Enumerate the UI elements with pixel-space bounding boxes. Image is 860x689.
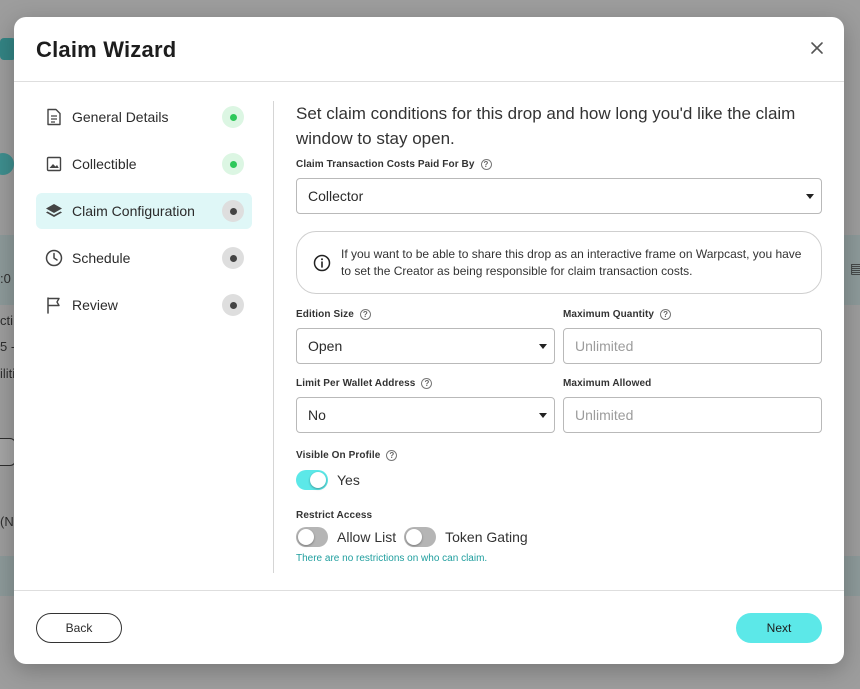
close-button[interactable] <box>808 39 826 57</box>
info-text: If you want to be able to share this dro… <box>341 246 802 278</box>
step-label: Review <box>72 297 118 313</box>
next-button[interactable]: Next <box>736 613 822 643</box>
claim-wizard-modal: Claim Wizard General Details Collectible <box>14 17 844 664</box>
flag-icon <box>45 296 63 314</box>
warpcast-info-box: If you want to be able to share this dro… <box>296 231 822 294</box>
close-icon <box>811 42 823 54</box>
step-general-details[interactable]: General Details <box>36 99 252 135</box>
max-quantity-label: Maximum Quantity ? <box>563 309 822 320</box>
step-schedule[interactable]: Schedule <box>36 240 252 276</box>
step-label: Claim Configuration <box>72 203 195 219</box>
limit-per-wallet-select[interactable]: No <box>296 397 555 433</box>
step-label: Collectible <box>72 156 137 172</box>
step-status-pending <box>222 294 244 316</box>
caret-down-icon <box>539 413 547 418</box>
claim-configuration-form: Set claim conditions for this drop and h… <box>296 101 822 564</box>
token-gating-toggle[interactable] <box>404 527 437 547</box>
allow-list-label: Allow List <box>337 529 397 545</box>
step-claim-configuration[interactable]: Claim Configuration <box>36 193 252 229</box>
visible-on-profile-value: Yes <box>337 472 360 488</box>
max-allowed-input[interactable] <box>563 397 822 433</box>
back-button[interactable]: Back <box>36 613 122 643</box>
wizard-steps: General Details Collectible Claim Config… <box>36 99 252 334</box>
modal-header: Claim Wizard <box>14 17 844 82</box>
allow-list-toggle[interactable] <box>296 527 328 547</box>
step-status-done <box>222 106 244 128</box>
caret-down-icon <box>806 194 814 199</box>
step-collectible[interactable]: Collectible <box>36 146 252 182</box>
help-icon[interactable]: ? <box>386 450 398 461</box>
document-icon <box>45 108 63 126</box>
caret-down-icon <box>539 344 547 349</box>
transaction-costs-label: Claim Transaction Costs Paid For By ? <box>296 159 822 170</box>
limit-per-wallet-label: Limit Per Wallet Address ? <box>296 378 555 389</box>
step-review[interactable]: Review <box>36 287 252 323</box>
restriction-helper-text: There are no restrictions on who can cla… <box>296 553 488 564</box>
limit-per-wallet-group: Limit Per Wallet Address ? No <box>296 378 555 433</box>
help-icon[interactable]: ? <box>359 309 371 320</box>
max-allowed-group: Maximum Allowed <box>563 378 822 433</box>
modal-footer: Back Next <box>14 590 844 664</box>
step-status-pending <box>222 247 244 269</box>
sidebar-divider <box>273 101 274 573</box>
token-gating-label: Token Gating <box>445 529 528 545</box>
step-status-pending <box>222 200 244 222</box>
max-allowed-label: Maximum Allowed <box>563 378 652 389</box>
restrict-access-row: Allow List Token Gating <box>296 527 822 547</box>
step-status-done <box>222 153 244 175</box>
max-quantity-group: Maximum Quantity ? <box>563 309 822 364</box>
edition-size-select[interactable]: Open <box>296 328 555 364</box>
info-icon <box>313 254 331 271</box>
restrict-access-label: Restrict Access <box>296 510 373 521</box>
visible-on-profile-row: Yes <box>296 470 822 490</box>
edition-row: Edition Size ? Open Maximum Quantity ? <box>296 309 822 364</box>
transaction-costs-select[interactable]: Collector <box>296 178 822 214</box>
help-icon[interactable]: ? <box>480 159 492 170</box>
form-intro: Set claim conditions for this drop and h… <box>296 104 796 148</box>
step-label: Schedule <box>72 250 131 266</box>
layers-icon <box>45 202 63 220</box>
max-quantity-input[interactable] <box>563 328 822 364</box>
modal-title: Claim Wizard <box>36 37 177 62</box>
step-label: General Details <box>72 109 169 125</box>
edition-size-group: Edition Size ? Open <box>296 309 555 364</box>
visible-on-profile-label: Visible On Profile ? <box>296 450 822 461</box>
visible-on-profile-toggle[interactable] <box>296 470 328 490</box>
wallet-limit-row: Limit Per Wallet Address ? No Maximum Al… <box>296 378 822 433</box>
image-icon <box>45 155 63 173</box>
edition-size-label: Edition Size ? <box>296 309 555 320</box>
help-icon[interactable]: ? <box>421 378 433 389</box>
clock-icon <box>45 249 63 267</box>
help-icon[interactable]: ? <box>660 309 672 320</box>
